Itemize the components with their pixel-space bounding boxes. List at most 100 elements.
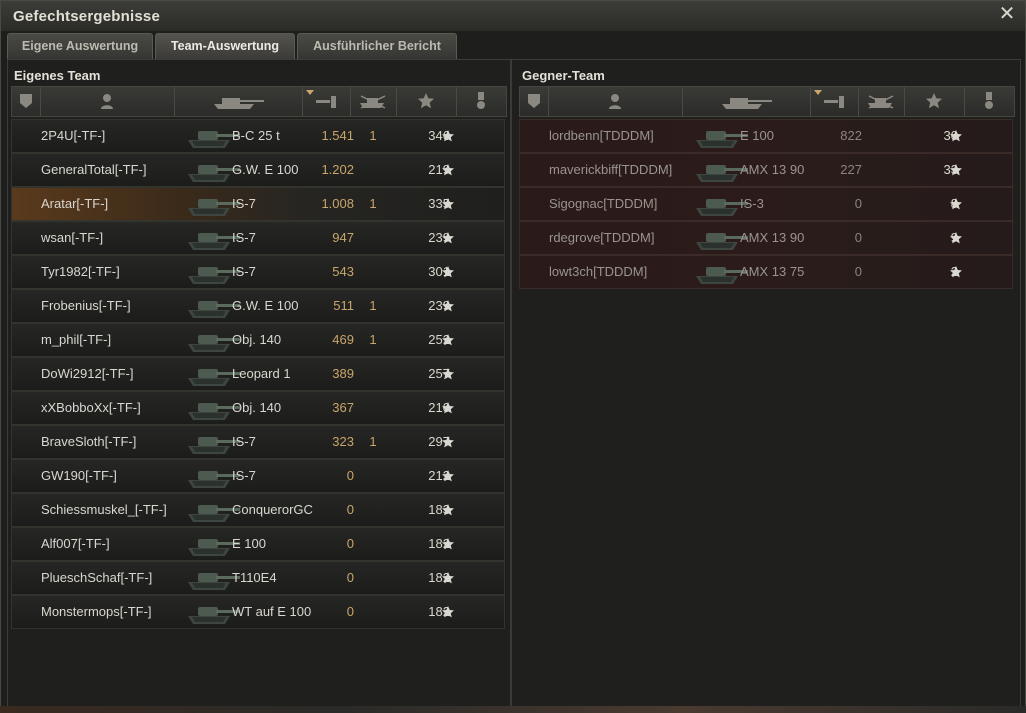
kills-value [367, 256, 379, 288]
damage-icon [316, 96, 336, 108]
damage-value: 0 [854, 264, 862, 279]
col-tank[interactable] [174, 87, 303, 116]
star-icon [442, 198, 454, 210]
damage-value: 367 [332, 400, 354, 415]
medal-icon [985, 92, 993, 109]
close-button[interactable]: ✕ [997, 4, 1017, 24]
col-damage[interactable] [810, 87, 859, 116]
tank-name: E 100 [232, 536, 266, 551]
player-row[interactable]: lowt3ch[TDDDM]AMX 13 7502 [519, 255, 1013, 289]
player-row[interactable]: Tyr1982[-TF-] IS-7 543 301 [11, 255, 505, 289]
col-rank[interactable] [520, 87, 549, 116]
rank-icon [20, 94, 32, 108]
player-name: Schiessmuskel_[-TF-] [41, 502, 167, 517]
player-row[interactable]: wsan[-TF-] IS-7 947 239 [11, 221, 505, 255]
col-tank[interactable] [682, 87, 811, 116]
player-row[interactable]: Schiessmuskel_[-TF-] ConquerorGC 0 183 [11, 493, 505, 527]
player-row[interactable]: Frobenius[-TF-] G.W. E 100 511 1 239 [11, 289, 505, 323]
col-score[interactable] [904, 87, 965, 116]
star-icon [442, 130, 454, 142]
player-row[interactable]: BraveSloth[-TF-] IS-7 323 1 297 [11, 425, 505, 459]
col-medals[interactable] [964, 87, 1013, 116]
player-row[interactable]: GeneralTotal[-TF-] G.W. E 100 1.202 219 [11, 153, 505, 187]
player-name: DoWi2912[-TF-] [41, 366, 134, 381]
player-row[interactable]: Sigognac[TDDDM]IS-308 [519, 187, 1013, 221]
tank-name: IS-7 [232, 196, 256, 211]
player-row[interactable]: rdegrove[TDDDM]AMX 13 9009 [519, 221, 1013, 255]
player-row[interactable]: Alf007[-TF-] E 100 0 182 [11, 527, 505, 561]
col-kills[interactable] [858, 87, 905, 116]
player-row[interactable]: lordbenn[TDDDM] E 100 822 30 [519, 119, 1013, 153]
col-player[interactable] [548, 87, 683, 116]
player-row[interactable]: xXBobboXx[-TF-] Obj. 140 367 210 [11, 391, 505, 425]
results-content: Eigenes Team 2P4U[-TF-] B-C 25 t 1.541 1… [7, 59, 1021, 709]
player-name: xXBobboXx[-TF-] [41, 400, 141, 415]
damage-value: 0 [346, 468, 354, 483]
star-icon [442, 368, 454, 380]
kills-value [875, 222, 887, 254]
damage-icon [824, 96, 844, 108]
tank-name: ConquerorGC [232, 502, 313, 517]
star-icon [442, 538, 454, 550]
damage-value: 1.202 [321, 162, 354, 177]
player-name: Tyr1982[-TF-] [41, 264, 120, 279]
star-icon [442, 402, 454, 414]
player-row[interactable]: 2P4U[-TF-] B-C 25 t 1.541 1 346 [11, 119, 505, 153]
star-icon [442, 436, 454, 448]
own-team-title: Eigenes Team [14, 68, 101, 83]
tab-team-evaluation[interactable]: Team-Auswertung [155, 33, 295, 59]
kills-value [367, 222, 379, 254]
player-name: PlueschSchaf[-TF-] [41, 570, 153, 585]
kills-value: 1 [369, 434, 377, 449]
player-row[interactable]: maverickbiff[TDDDM] AMX 13 90 227 33 [519, 153, 1013, 187]
kills-icon [360, 95, 386, 109]
tab-detailed-report[interactable]: Ausführlicher Bericht [297, 33, 457, 59]
player-row[interactable]: GW190[-TF-] IS-7 0 212 [11, 459, 505, 493]
medal-icon [477, 92, 485, 109]
col-kills[interactable] [350, 87, 397, 116]
damage-value: 1.008 [321, 196, 354, 211]
player-icon [609, 94, 621, 109]
player-row[interactable]: Aratar[-TF-] IS-7 1.008 1 335 [11, 187, 505, 221]
player-row[interactable]: DoWi2912[-TF-] Leopard 1 389 257 [11, 357, 505, 391]
tank-name: IS-3 [740, 196, 764, 211]
kills-value [367, 392, 379, 424]
damage-value: 323 [332, 434, 354, 449]
player-name: GW190[-TF-] [41, 468, 117, 483]
star-icon [442, 300, 454, 312]
tank-name: IS-7 [232, 264, 256, 279]
tank-name: G.W. E 100 [232, 162, 299, 177]
col-damage[interactable] [302, 87, 351, 116]
damage-value: 0 [854, 196, 862, 211]
window-title: Gefechtsergebnisse [13, 8, 160, 25]
col-rank[interactable] [12, 87, 41, 116]
tank-icon [722, 98, 772, 109]
col-score[interactable] [396, 87, 457, 116]
kills-value: 1 [369, 196, 377, 211]
star-icon [442, 334, 454, 346]
kills-value [875, 188, 887, 220]
tank-name: Leopard 1 [232, 366, 291, 381]
col-medals[interactable] [456, 87, 505, 116]
tank-name: AMX 13 75 [740, 264, 805, 279]
tank-icon [214, 98, 264, 109]
player-row[interactable]: m_phil[-TF-] Obj. 140 469 1 252 [11, 323, 505, 357]
title-bar: Gefechtsergebnisse ✕ [1, 1, 1025, 31]
col-player[interactable] [40, 87, 175, 116]
close-icon: ✕ [998, 3, 1016, 25]
enemy-team-header [519, 86, 1015, 117]
star-icon [442, 164, 454, 176]
tank-name: AMX 13 90 [740, 230, 805, 245]
damage-value: 227 [840, 162, 862, 177]
star-icon [442, 572, 454, 584]
player-name: lowt3ch[TDDDM] [549, 264, 648, 279]
tab-own-evaluation[interactable]: Eigene Auswertung [7, 33, 153, 59]
kills-value [367, 596, 379, 628]
star-icon [442, 470, 454, 482]
tank-name: E 100 [740, 128, 774, 143]
player-row[interactable]: PlueschSchaf[-TF-] T110E4 0 182 [11, 561, 505, 595]
player-row[interactable]: Monstermops[-TF-] WT auf E 100 0 182 [11, 595, 505, 629]
star-icon [950, 130, 962, 142]
player-name: rdegrove[TDDDM] [549, 230, 655, 245]
star-icon [950, 266, 962, 278]
